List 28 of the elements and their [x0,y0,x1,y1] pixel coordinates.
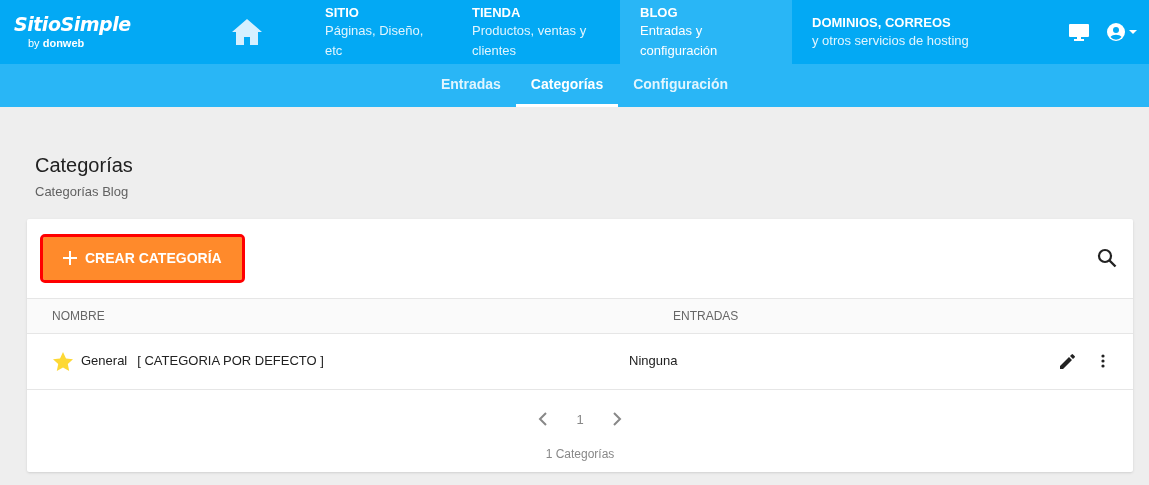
column-header: NOMBRE [51,307,106,325]
logo-byline: by donweb [27,38,86,49]
previous-page-icon[interactable] [538,412,549,427]
monitor-icon[interactable] [1069,23,1089,41]
more-icon[interactable] [1101,354,1105,368]
search-icon[interactable] [1097,248,1117,268]
home-icon[interactable] [232,19,262,45]
column-header: ENTRADAS [673,307,739,325]
edit-icon[interactable] [1060,353,1075,369]
logo-text: SitioSimple [14,15,132,34]
nav-item[interactable]: BLOG Entradas y configuración [620,0,792,64]
page-subtitle: Categorías Blog [35,183,130,201]
sub-tab[interactable]: Configuración [618,64,744,107]
create-category-button[interactable]: CREAR CATEGORÍA [43,236,242,280]
default-tag: [ CATEGORIA POR DEFECTO ] [137,351,324,371]
category-count: 1 Categorías [545,446,615,463]
plus-icon [63,251,77,265]
sub-tab[interactable]: Categorías [515,64,619,107]
account-icon[interactable] [1107,23,1137,41]
nav-item[interactable]: DOMINIOS, CORREOS y otros servicios de hosting [792,0,992,64]
page-number[interactable]: 1 [576,409,584,429]
page-title: Categorías [35,153,134,178]
category-name: General [81,352,128,371]
nav-item[interactable]: TIENDA Productos, ventas y clientes [452,0,620,64]
next-page-icon[interactable] [611,412,622,427]
nav-item[interactable]: SITIO Páginas, Diseño, etc [305,0,452,64]
sub-tab[interactable]: Entradas [425,64,516,107]
table-cell-text: Ninguna [629,352,679,371]
